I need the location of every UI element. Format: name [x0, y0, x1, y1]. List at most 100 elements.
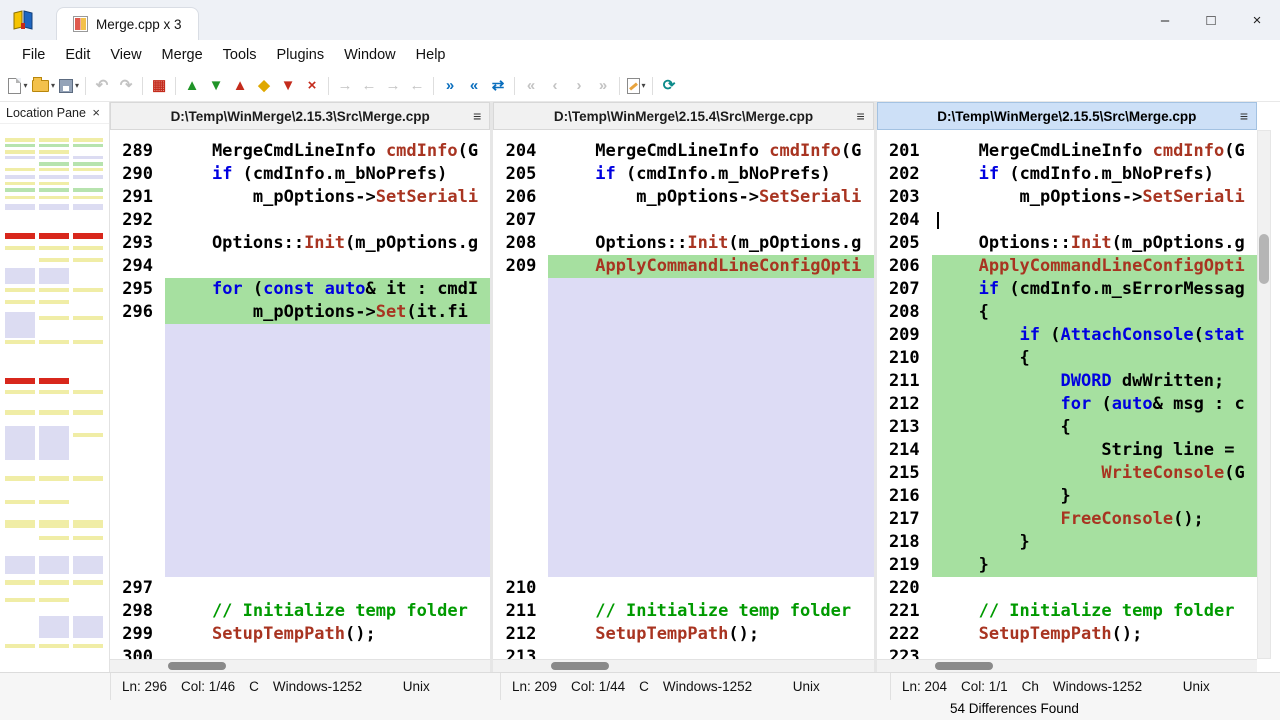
code-line[interactable]: 220	[877, 577, 1257, 600]
code-line[interactable]: 292	[110, 209, 490, 232]
save-button[interactable]: ▾	[57, 73, 81, 99]
vscrollbar[interactable]	[1257, 130, 1271, 659]
dropdown-arrow-icon[interactable]: ▾	[75, 81, 79, 90]
code-line[interactable]: 201 MergeCmdLineInfo cmdInfo(G	[877, 140, 1257, 163]
code-line[interactable]: 300	[110, 646, 490, 659]
close-button[interactable]: ×	[1234, 0, 1280, 40]
current-difference-button[interactable]: ◆	[252, 73, 276, 99]
dropdown-arrow-icon[interactable]: ▾	[51, 81, 55, 90]
pane-header-right[interactable]: D:\Temp\WinMerge\2.15.5\Src\Merge.cpp ≡	[877, 102, 1257, 130]
vscroll-thumb[interactable]	[1259, 234, 1269, 284]
previous-difference-button[interactable]: ▲	[180, 73, 204, 99]
code-line[interactable]: 294	[110, 255, 490, 278]
code-line[interactable]: 212 SetupTempPath();	[493, 623, 873, 646]
pane-header-middle[interactable]: D:\Temp\WinMerge\2.15.4\Src\Merge.cpp ≡	[493, 102, 873, 130]
hscrollbar-middle[interactable]	[493, 659, 873, 672]
code-line[interactable]: 217 FreeConsole();	[877, 508, 1257, 531]
code-line[interactable]: 290 if (cmdInfo.m_bNoPrefs)	[110, 163, 490, 186]
code-editor-left[interactable]: 289 MergeCmdLineInfo cmdInfo(G290 if (cm…	[110, 130, 490, 659]
code-line[interactable]: 204	[877, 209, 1257, 232]
code-line[interactable]: 223	[877, 646, 1257, 659]
code-line[interactable]: 206 ApplyCommandLineConfigOpti	[877, 255, 1257, 278]
code-editor-right[interactable]: 201 MergeCmdLineInfo cmdInfo(G202 if (cm…	[877, 130, 1257, 659]
new-button[interactable]: ▾	[6, 73, 30, 99]
hscrollbar-left[interactable]	[110, 659, 490, 672]
menu-help[interactable]: Help	[406, 43, 456, 67]
code-line[interactable]: 212 for (auto& msg : c	[877, 393, 1257, 416]
code-line[interactable]: 219 }	[877, 554, 1257, 577]
auto-merge-button[interactable]: ⇄	[486, 73, 510, 99]
dropdown-arrow-icon[interactable]: ▾	[23, 81, 27, 90]
code-line[interactable]: 297	[110, 577, 490, 600]
pane-menu-icon[interactable]: ≡	[473, 108, 481, 124]
redo-button[interactable]: ↷	[114, 73, 138, 99]
select-line-difference-button[interactable]: ×	[300, 73, 324, 99]
code-line[interactable]: 204 MergeCmdLineInfo cmdInfo(G	[493, 140, 873, 163]
location-pane-close-icon[interactable]: ×	[89, 105, 103, 120]
hscroll-thumb[interactable]	[935, 662, 993, 670]
code-line[interactable]: 210	[493, 577, 873, 600]
menu-file[interactable]: File	[12, 43, 55, 67]
code-line[interactable]: 211 DWORD dwWritten;	[877, 370, 1257, 393]
hscrollbar-right[interactable]	[877, 659, 1257, 672]
first-conflict-button[interactable]: «	[519, 73, 543, 99]
code-line[interactable]: 213 {	[877, 416, 1257, 439]
options-button[interactable]: ▦	[147, 73, 171, 99]
code-line[interactable]: 289 MergeCmdLineInfo cmdInfo(G	[110, 140, 490, 163]
code-line[interactable]: 293 Options::Init(m_pOptions.g	[110, 232, 490, 255]
code-line[interactable]: 206 m_pOptions->SetSeriali	[493, 186, 873, 209]
code-line[interactable]: 211 // Initialize temp folder	[493, 600, 873, 623]
pane-menu-icon[interactable]: ≡	[1240, 108, 1248, 124]
document-tab[interactable]: Merge.cpp x 3	[56, 7, 199, 40]
hscroll-thumb[interactable]	[551, 662, 609, 670]
code-line[interactable]: 214 String line =	[877, 439, 1257, 462]
code-line[interactable]: 298 // Initialize temp folder	[110, 600, 490, 623]
code-line[interactable]: 296 m_pOptions->Set(it.fi	[110, 301, 490, 324]
code-line[interactable]: 208 Options::Init(m_pOptions.g	[493, 232, 873, 255]
code-line[interactable]: 213	[493, 646, 873, 659]
winmerge-app-icon[interactable]	[10, 7, 36, 33]
copy-left-advance-button[interactable]: ←	[405, 73, 429, 99]
refresh-button[interactable]: ⟳	[657, 73, 681, 99]
last-difference-button[interactable]: ▼	[276, 73, 300, 99]
code-editor-middle[interactable]: 204 MergeCmdLineInfo cmdInfo(G205 if (cm…	[493, 130, 873, 659]
first-difference-button[interactable]: ▲	[228, 73, 252, 99]
dropdown-arrow-icon[interactable]: ▾	[642, 81, 646, 90]
menu-edit[interactable]: Edit	[55, 43, 100, 67]
code-line[interactable]: 205 Options::Init(m_pOptions.g	[877, 232, 1257, 255]
code-line[interactable]: 218 }	[877, 531, 1257, 554]
maximize-button[interactable]: □	[1188, 0, 1234, 40]
pane-menu-icon[interactable]: ≡	[856, 108, 864, 124]
code-line[interactable]: 202 if (cmdInfo.m_bNoPrefs)	[877, 163, 1257, 186]
code-line[interactable]: 216 }	[877, 485, 1257, 508]
minimize-button[interactable]: –	[1142, 0, 1188, 40]
copy-right-advance-button[interactable]: →	[381, 73, 405, 99]
copy-all-right-button[interactable]: »	[438, 73, 462, 99]
copy-all-left-button[interactable]: «	[462, 73, 486, 99]
menu-plugins[interactable]: Plugins	[267, 43, 335, 67]
code-line[interactable]: 207 if (cmdInfo.m_sErrorMessag	[877, 278, 1257, 301]
hscroll-thumb[interactable]	[168, 662, 226, 670]
previous-conflict-button[interactable]: ‹	[543, 73, 567, 99]
file-encoding-button[interactable]: ▾	[624, 73, 648, 99]
menu-tools[interactable]: Tools	[213, 43, 267, 67]
menu-view[interactable]: View	[100, 43, 151, 67]
code-line[interactable]: 221 // Initialize temp folder	[877, 600, 1257, 623]
code-line[interactable]: 299 SetupTempPath();	[110, 623, 490, 646]
pane-header-left[interactable]: D:\Temp\WinMerge\2.15.3\Src\Merge.cpp ≡	[110, 102, 490, 130]
code-line[interactable]: 210 {	[877, 347, 1257, 370]
undo-button[interactable]: ↶	[90, 73, 114, 99]
menu-merge[interactable]: Merge	[152, 43, 213, 67]
code-line[interactable]: 207	[493, 209, 873, 232]
code-line[interactable]: 203 m_pOptions->SetSeriali	[877, 186, 1257, 209]
copy-right-button[interactable]: →	[333, 73, 357, 99]
copy-left-button[interactable]: ←	[357, 73, 381, 99]
code-line[interactable]: 208 {	[877, 301, 1257, 324]
location-pane-map[interactable]	[3, 130, 106, 666]
code-line[interactable]: 295 for (const auto& it : cmdI	[110, 278, 490, 301]
code-line[interactable]: 291 m_pOptions->SetSeriali	[110, 186, 490, 209]
code-line[interactable]: 209 if (AttachConsole(stat	[877, 324, 1257, 347]
code-line[interactable]: 209 ApplyCommandLineConfigOpti	[493, 255, 873, 278]
next-conflict-button[interactable]: ›	[567, 73, 591, 99]
code-line[interactable]: 205 if (cmdInfo.m_bNoPrefs)	[493, 163, 873, 186]
